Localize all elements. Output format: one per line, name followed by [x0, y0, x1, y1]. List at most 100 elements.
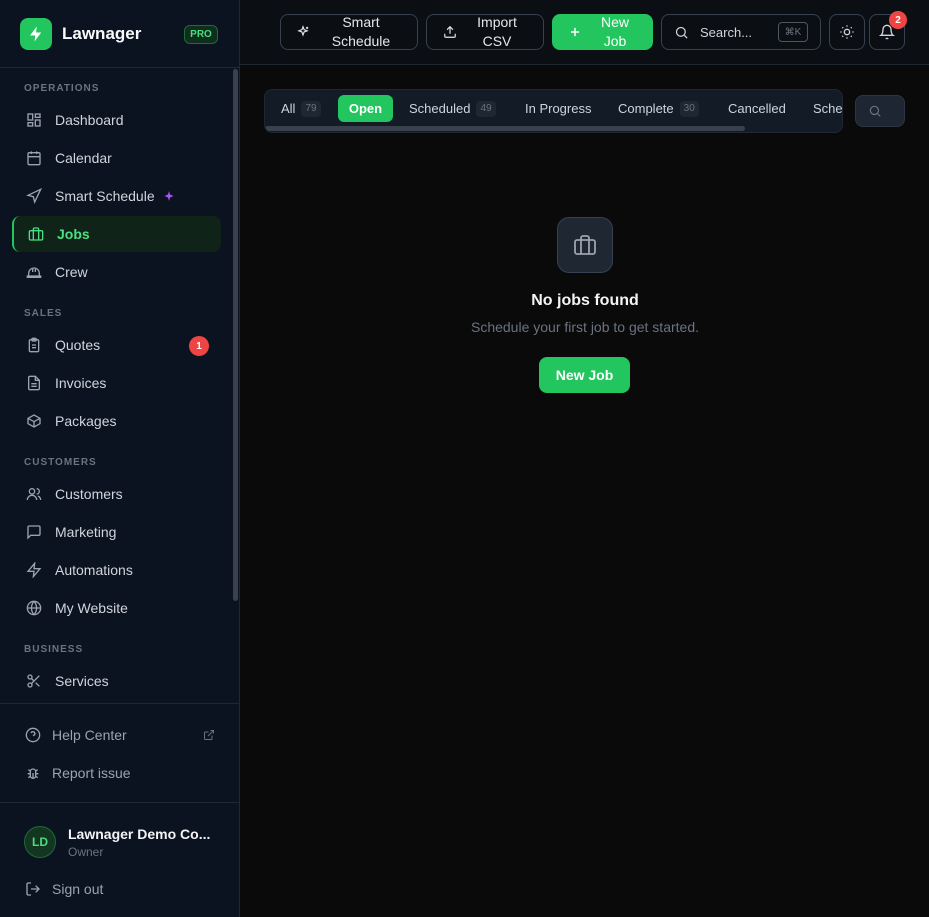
top-bar: Smart Schedule Import CSV New Job Search...…	[240, 0, 929, 65]
tab-count: 49	[476, 100, 496, 117]
section-label-customers: CUSTOMERS	[24, 457, 97, 468]
sidebar-item-crew[interactable]: Crew	[12, 254, 221, 290]
empty-new-job-button[interactable]: New Job	[539, 357, 630, 393]
sidebar-item-label: Jobs	[57, 226, 90, 242]
help-circle-icon	[24, 726, 42, 744]
import-label-line2: CSV	[482, 33, 512, 49]
brand-name[interactable]: Lawnager	[62, 24, 141, 44]
empty-state-title: No jobs found	[531, 292, 639, 309]
user-name[interactable]: Lawnager Demo Co...	[68, 826, 218, 842]
sidebar-item-quotes[interactable]: Quotes 1	[12, 327, 221, 363]
tab-complete[interactable]: Complete 30	[618, 95, 699, 122]
sidebar-item-label: Quotes	[55, 337, 101, 353]
sidebar-item-calendar[interactable]: Calendar	[12, 140, 221, 176]
smart-schedule-label-line2: Schedule	[331, 33, 391, 49]
briefcase-icon	[557, 217, 613, 273]
tab-cancelled[interactable]: Cancelled	[728, 95, 786, 122]
smart-schedule-button[interactable]: Smart Schedule	[280, 14, 418, 50]
sidebar-item-label: Packages	[55, 413, 117, 429]
zap-icon	[24, 560, 44, 580]
calendar-icon	[24, 148, 44, 168]
sidebar-item-marketing[interactable]: Marketing	[12, 514, 221, 550]
message-square-icon	[24, 522, 44, 542]
tab-label: All	[281, 101, 296, 116]
theme-toggle-button[interactable]	[829, 14, 865, 50]
sign-out-button[interactable]: Sign out	[24, 880, 103, 898]
section-label-operations: OPERATIONS	[24, 83, 100, 94]
new-job-label-line2: Job	[603, 33, 627, 49]
tab-open[interactable]: Open	[338, 95, 393, 122]
report-issue-link[interactable]: Report issue	[24, 764, 131, 782]
import-csv-button[interactable]: Import CSV	[426, 14, 544, 50]
bug-icon	[24, 764, 42, 782]
global-search-button[interactable]: Search... ⌘K	[661, 14, 821, 50]
log-out-icon	[24, 880, 42, 898]
sidebar-item-packages[interactable]: Packages	[12, 403, 221, 439]
sidebar-item-label: Calendar	[55, 150, 112, 166]
hard-hat-icon	[24, 262, 44, 282]
sign-out-label: Sign out	[52, 881, 104, 897]
sidebar-item-dashboard[interactable]: Dashboard	[12, 102, 221, 138]
sidebar-item-label: Customers	[55, 486, 123, 502]
scissors-icon	[24, 671, 44, 691]
sidebar-item-label: Crew	[55, 264, 88, 280]
lightning-logo-icon[interactable]	[20, 18, 52, 50]
tab-label: Open	[348, 101, 383, 116]
nav-scroll-area: OPERATIONS Dashboard Calendar Smart Sche…	[0, 69, 239, 703]
sidebar-scrollbar[interactable]	[233, 69, 238, 601]
job-search-button[interactable]	[855, 95, 905, 127]
sidebar-item-jobs[interactable]: Jobs	[12, 216, 221, 252]
notifications-button[interactable]: 2	[869, 11, 907, 50]
empty-state-subtitle: Schedule your first job to get started.	[470, 319, 699, 335]
quotes-count-badge: 1	[189, 336, 209, 356]
briefcase-icon	[26, 224, 46, 244]
tab-scheduled[interactable]: Scheduled 49	[409, 95, 496, 122]
upload-icon	[427, 25, 473, 39]
tab-in-progress[interactable]: In Progress	[525, 95, 591, 122]
tabs-scrollbar[interactable]	[265, 126, 745, 131]
search-icon	[868, 104, 882, 118]
tab-label: Sche	[813, 101, 843, 116]
clipboard-icon	[24, 335, 44, 355]
sidebar-item-invoices[interactable]: Invoices	[12, 365, 221, 401]
sidebar-item-label: Invoices	[55, 375, 107, 391]
dashboard-icon	[24, 110, 44, 130]
brand-header: Lawnager PRO	[0, 0, 239, 68]
help-center-link[interactable]: Help Center	[24, 726, 127, 744]
sidebar-item-label: Services	[55, 673, 109, 689]
sidebar-item-my-website[interactable]: My Website	[12, 590, 221, 626]
sidebar: Lawnager PRO OPERATIONS Dashboard Calend…	[0, 0, 240, 917]
file-text-icon	[24, 373, 44, 393]
tab-label: Cancelled	[728, 101, 786, 116]
sidebar-item-label: My Website	[55, 600, 128, 616]
tab-count: 30	[679, 100, 699, 117]
sun-icon	[839, 24, 855, 40]
sparkle-icon	[163, 190, 175, 202]
sidebar-item-label: Smart Schedule	[55, 188, 155, 204]
new-job-label-line1: New	[600, 14, 629, 30]
new-job-button[interactable]: New Job	[552, 14, 653, 50]
globe-icon	[24, 598, 44, 618]
help-center-label: Help Center	[52, 727, 127, 743]
smart-schedule-label-line1: Smart	[342, 14, 380, 30]
sidebar-item-smart-schedule[interactable]: Smart Schedule	[12, 178, 221, 214]
sidebar-item-label: Dashboard	[55, 112, 124, 128]
sidebar-item-customers[interactable]: Customers	[12, 476, 221, 512]
user-profile: LD Lawnager Demo Co... Owner Sign out	[0, 802, 239, 917]
tab-label: In Progress	[525, 101, 592, 116]
navigation-arrow-icon	[24, 186, 44, 206]
section-label-business: BUSINESS	[24, 644, 84, 655]
tab-scheduled-overflow[interactable]: Sche	[813, 95, 843, 122]
sidebar-item-services[interactable]: Services	[12, 663, 221, 699]
tab-count: 79	[301, 100, 321, 117]
tab-all[interactable]: All 79	[281, 95, 321, 122]
users-icon	[24, 484, 44, 504]
sidebar-item-label: Marketing	[55, 524, 117, 540]
tab-label: Scheduled	[409, 101, 471, 116]
tab-label: Complete	[618, 101, 674, 116]
section-label-sales: SALES	[24, 308, 63, 319]
package-icon	[24, 411, 44, 431]
sidebar-item-automations[interactable]: Automations	[12, 552, 221, 588]
avatar[interactable]: LD	[24, 826, 56, 858]
external-link-icon	[203, 728, 215, 746]
